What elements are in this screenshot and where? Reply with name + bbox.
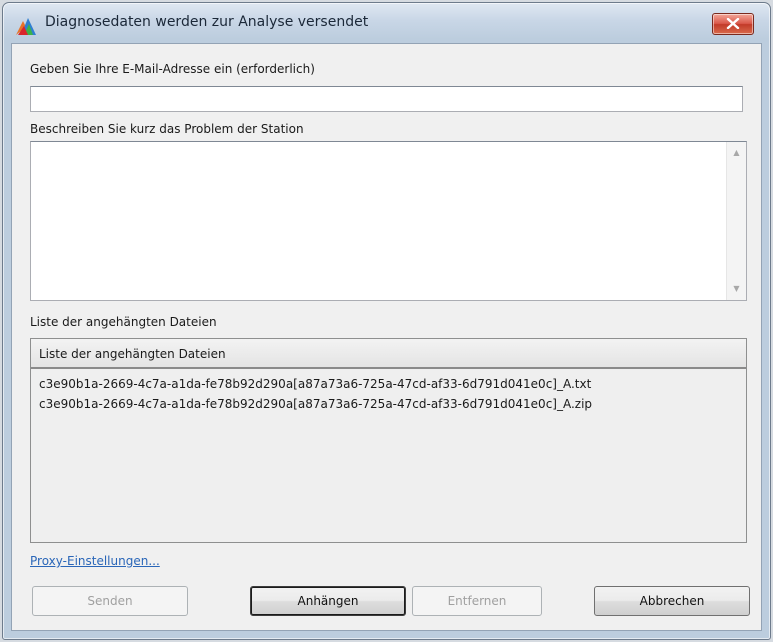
attachments-column-header-label: Liste der angehängten Dateien	[39, 347, 226, 361]
attach-button[interactable]: Anhängen	[250, 586, 406, 616]
close-icon	[726, 18, 740, 29]
avg-logo-icon	[16, 18, 36, 35]
dialog-window: Diagnosedaten werden zur Analyse versend…	[2, 2, 771, 640]
description-box: ▲ ▼	[30, 141, 747, 301]
window-title: Diagnosedaten werden zur Analyse versend…	[45, 14, 369, 30]
remove-button[interactable]: Entfernen	[412, 586, 542, 616]
email-label: Geben Sie Ihre E-Mail-Adresse ein (erfor…	[30, 62, 315, 76]
attachments-label: Liste der angehängten Dateien	[30, 315, 217, 329]
email-input[interactable]	[30, 86, 743, 112]
close-button[interactable]	[712, 13, 754, 35]
title-bar[interactable]: Diagnosedaten werden zur Analyse versend…	[3, 3, 770, 43]
description-label: Beschreiben Sie kurz das Problem der Sta…	[30, 122, 304, 136]
proxy-settings-link[interactable]: Proxy-Einstellungen...	[30, 554, 160, 568]
attachments-column-header[interactable]: Liste der angehängten Dateien	[31, 339, 746, 369]
attachment-file-row[interactable]: c3e90b1a-2669-4c7a-a1da-fe78b92d290a[a87…	[39, 377, 591, 391]
description-textarea[interactable]	[31, 142, 727, 300]
attachment-file-row[interactable]: c3e90b1a-2669-4c7a-a1da-fe78b92d290a[a87…	[39, 397, 592, 411]
send-button[interactable]: Senden	[32, 586, 188, 616]
attachments-list[interactable]: Liste der angehängten Dateien c3e90b1a-2…	[30, 338, 747, 543]
dialog-content: Geben Sie Ihre E-Mail-Adresse ein (erfor…	[11, 43, 762, 631]
scroll-up-icon[interactable]: ▲	[727, 144, 746, 162]
scroll-down-icon[interactable]: ▼	[727, 280, 746, 298]
description-scrollbar[interactable]: ▲ ▼	[726, 142, 746, 300]
cancel-button[interactable]: Abbrechen	[594, 586, 750, 616]
